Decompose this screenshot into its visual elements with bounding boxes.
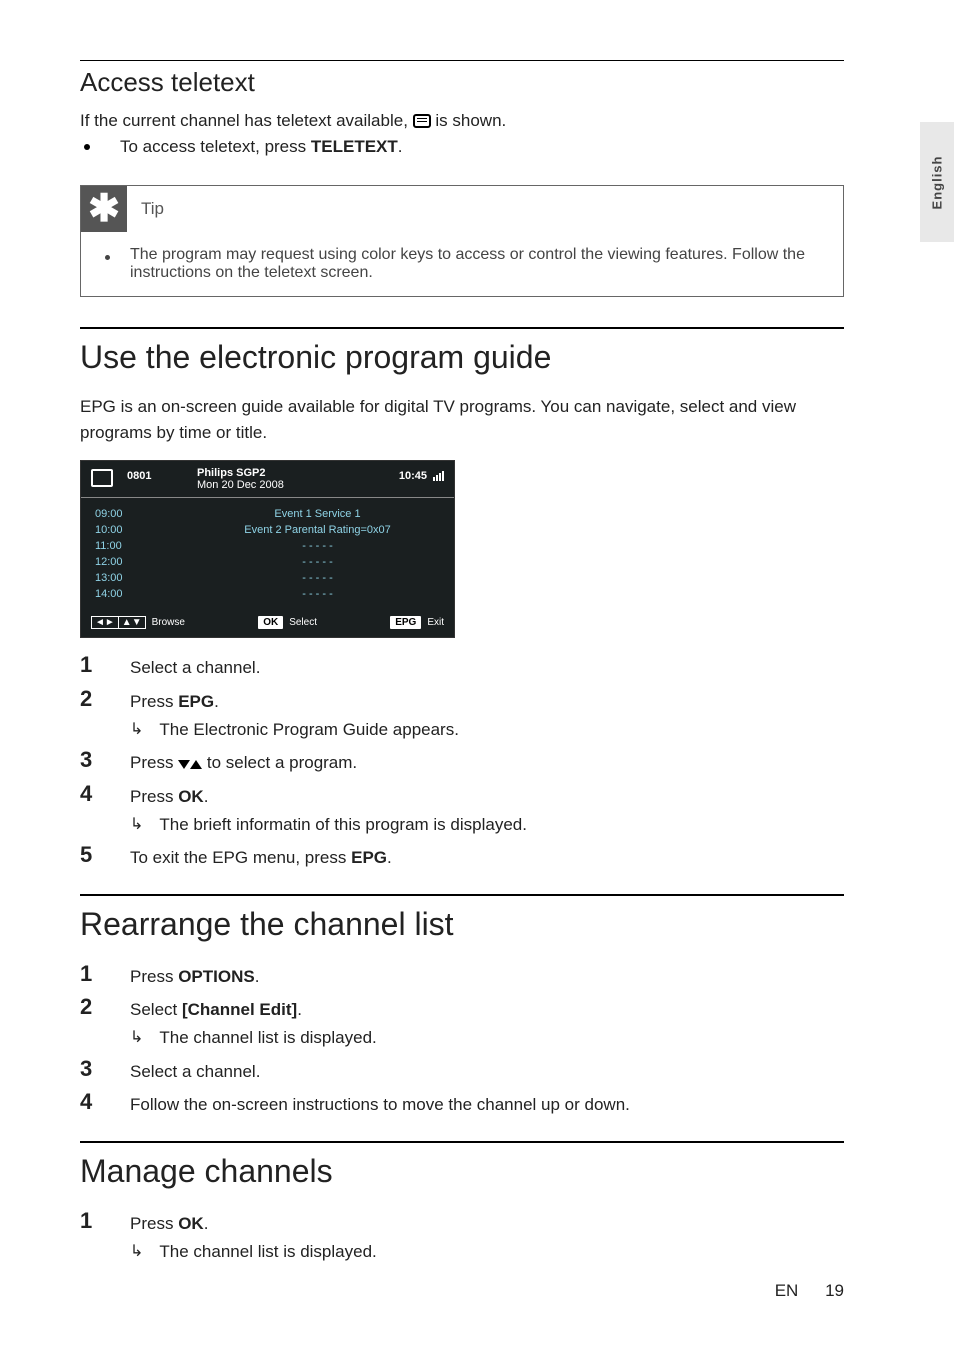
up-triangle-icon xyxy=(190,760,202,769)
manage-steps: 1 Press OK. ↳The channel list is display… xyxy=(80,1208,844,1266)
epg-row: 09:00Event 1 Service 1 xyxy=(81,506,454,522)
teletext-intro: If the current channel has teletext avai… xyxy=(80,108,844,134)
result-arrow-icon: ↳ xyxy=(130,1026,143,1051)
epg-rows: 09:00Event 1 Service 1 10:00Event 2 Pare… xyxy=(81,498,454,608)
teletext-bullet: To access teletext, press TELETEXT. xyxy=(84,134,844,160)
signal-icon xyxy=(433,471,444,481)
step-text: To exit the EPG menu, press EPG. xyxy=(130,842,844,871)
tv-icon xyxy=(91,469,113,487)
epg-screenshot: 0801 Philips SGP2 Mon 20 Dec 2008 10:45 … xyxy=(80,460,455,638)
rearrange-steps: 1Press OPTIONS. 2 Select [Channel Edit].… xyxy=(80,961,844,1119)
bullet-dot-icon xyxy=(105,255,110,260)
footer-lang: EN xyxy=(775,1281,799,1300)
down-triangle-icon xyxy=(178,760,190,769)
epg-row: 12:00- - - - - xyxy=(81,554,454,570)
epg-steps: 1Select a channel. 2 Press EPG. ↳The Ele… xyxy=(80,652,844,871)
tip-asterisk-icon: ✱ xyxy=(81,186,127,232)
step-text: Press OK. ↳The brieft informatin of this… xyxy=(130,781,844,839)
epg-footer: ◄►▲▼ Browse OK Select EPG Exit xyxy=(81,608,454,637)
result-arrow-icon: ↳ xyxy=(130,813,143,838)
teletext-icon xyxy=(413,114,431,128)
epg-intro: EPG is an on-screen guide available for … xyxy=(80,394,844,447)
language-tab: English xyxy=(920,122,954,242)
language-tab-label: English xyxy=(930,155,945,209)
epg-pill: EPG xyxy=(390,616,421,629)
epg-clock: 10:45 xyxy=(399,470,427,482)
result-arrow-icon: ↳ xyxy=(130,1240,143,1265)
heading-access-teletext: Access teletext xyxy=(80,67,844,98)
epg-row: 11:00- - - - - xyxy=(81,538,454,554)
epg-row: 13:00- - - - - xyxy=(81,570,454,586)
epg-channel-number: 0801 xyxy=(127,470,197,482)
ok-pill: OK xyxy=(258,616,283,629)
heading-manage: Manage channels xyxy=(80,1153,844,1190)
epg-row: 10:00Event 2 Parental Rating=0x07 xyxy=(81,522,454,538)
tip-body-text: The program may request using color keys… xyxy=(130,246,819,282)
result-arrow-icon: ↳ xyxy=(130,718,143,743)
epg-title-line1: Philips SGP2 xyxy=(197,467,399,479)
page-footer: EN 19 xyxy=(775,1281,844,1301)
step-text: Select a channel. xyxy=(130,652,844,681)
footer-page-number: 19 xyxy=(825,1281,844,1300)
epg-title-line2: Mon 20 Dec 2008 xyxy=(197,479,399,491)
tip-label: Tip xyxy=(141,199,164,219)
tip-box: ✱ Tip The program may request using colo… xyxy=(80,185,844,297)
bullet-dot-icon xyxy=(84,144,90,150)
nav-arrows-icon: ◄►▲▼ xyxy=(91,616,146,629)
page-content: Access teletext If the current channel h… xyxy=(0,0,954,1265)
heading-rearrange: Rearrange the channel list xyxy=(80,906,844,943)
epg-row: 14:00- - - - - xyxy=(81,586,454,602)
heading-epg: Use the electronic program guide xyxy=(80,339,844,376)
step-text: Press to select a program. xyxy=(130,747,844,776)
step-text: Press EPG. ↳The Electronic Program Guide… xyxy=(130,686,844,744)
